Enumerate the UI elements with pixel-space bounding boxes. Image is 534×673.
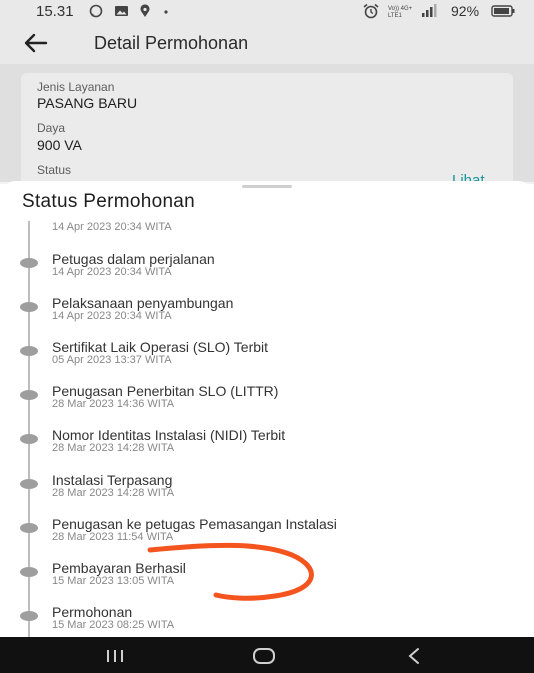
battery-percent: 92%	[451, 3, 480, 19]
sheet-title: Status Permohonan	[22, 191, 196, 212]
timeline-date: 28 Mar 2023 14:28 WITA	[52, 442, 175, 454]
system-icons: Vo)) 4G+ LTE1	[363, 3, 515, 19]
timeline-dot	[20, 258, 38, 268]
gallery-icon	[115, 6, 128, 16]
dot-icon	[164, 10, 168, 14]
timeline-line	[28, 221, 30, 641]
timeline-title: Petugas dalam perjalanan	[52, 251, 215, 267]
drag-handle[interactable]	[242, 185, 292, 188]
timeline-dot	[20, 346, 38, 356]
timeline-dot	[20, 567, 38, 577]
page-title: Detail Permohonan	[94, 33, 249, 53]
timeline-title: Sertifikat Laik Operasi (SLO) Terbit	[52, 339, 269, 355]
timeline-dot	[20, 390, 38, 400]
timeline-date: 14 Apr 2023 20:34 WITA	[52, 266, 172, 278]
timeline-dot	[20, 479, 38, 489]
timeline-title: Permohonan	[52, 604, 133, 620]
timeline-title: Penugasan Penerbitan SLO (LITTR)	[52, 383, 279, 399]
dim-overlay	[0, 64, 534, 182]
timeline-date: 15 Mar 2023 08:25 WITA	[52, 619, 175, 631]
timeline-date: 28 Mar 2023 14:36 WITA	[52, 398, 175, 410]
home-icon[interactable]	[251, 645, 277, 667]
battery-icon	[491, 5, 515, 17]
timeline-title: Pembayaran Berhasil	[52, 560, 186, 576]
timeline-date: 05 Apr 2023 13:37 WITA	[52, 354, 172, 366]
navigation-bar	[0, 637, 534, 673]
timeline-title: Penugasan ke petugas Pemasangan Instalas…	[52, 516, 337, 532]
timeline-date: 28 Mar 2023 11:54 WITA	[52, 531, 174, 543]
timeline-date: 15 Mar 2023 13:05 WITA	[52, 575, 175, 587]
status-bar: 15.31 Vo)) 4G+ LTE1 92%	[0, 0, 534, 24]
recent-apps-icon[interactable]	[103, 645, 127, 667]
svg-text:LTE1: LTE1	[388, 13, 403, 19]
timeline-date: 28 Mar 2023 14:28 WITA	[52, 487, 175, 499]
status-sheet: Status Permohonan 14 Apr 2023 20:34 WITA…	[0, 181, 534, 641]
timeline-date: 14 Apr 2023 20:34 WITA	[52, 221, 172, 233]
location-icon	[140, 4, 150, 17]
back-icon[interactable]	[404, 645, 424, 667]
arrow-left-icon[interactable]	[22, 30, 50, 56]
signal-icon	[422, 4, 437, 17]
notification-icons	[89, 4, 168, 18]
network-text: Vo)) 4G+	[388, 6, 413, 12]
timeline-dot	[20, 523, 38, 533]
whatsapp-icon	[89, 4, 103, 18]
timeline-dot	[20, 434, 38, 444]
timeline-dot	[20, 611, 38, 621]
status-time: 15.31	[36, 3, 74, 20]
timeline-title: Nomor Identitas Instalasi (NIDI) Terbit	[52, 427, 286, 443]
alarm-icon	[363, 3, 379, 19]
app-bar: Detail Permohonan	[0, 24, 534, 64]
timeline-title: Instalasi Terpasang	[52, 472, 173, 488]
timeline-date: 14 Apr 2023 20:34 WITA	[52, 310, 172, 322]
timeline-dot	[20, 302, 38, 312]
timeline-title: Pelaksanaan penyambungan	[52, 295, 234, 311]
